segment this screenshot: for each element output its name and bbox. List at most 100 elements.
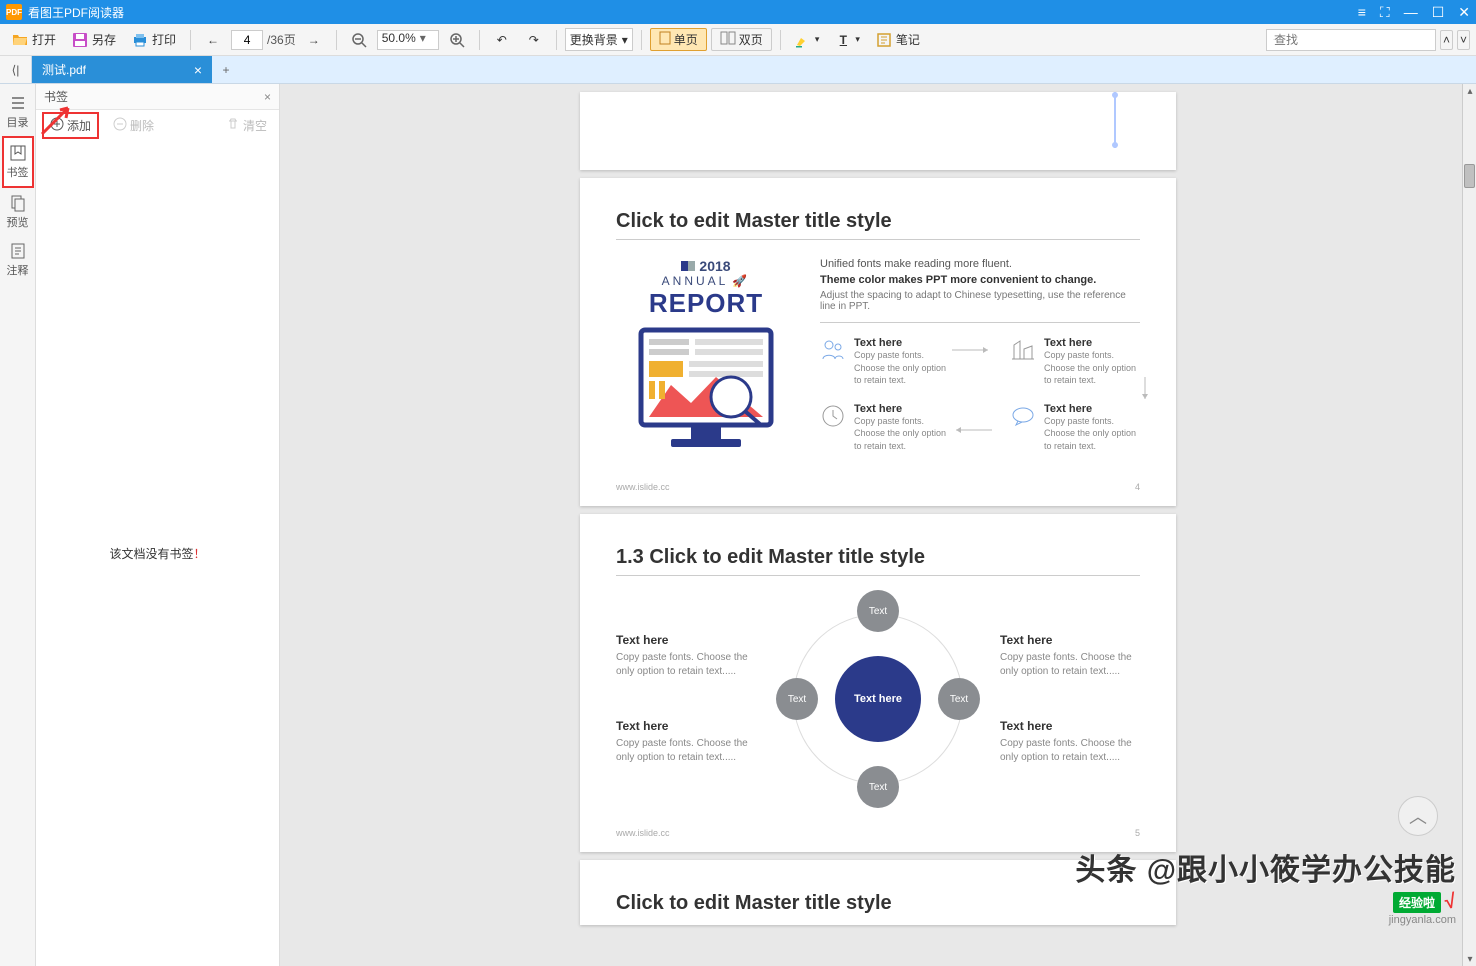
saveas-button[interactable]: 另存 [66, 28, 122, 51]
separator [780, 30, 781, 50]
search-input[interactable] [1274, 33, 1429, 47]
separator [479, 30, 480, 50]
bookmark-panel: 书签 × 添加 删除 清空 该文档没有书签！ [36, 84, 280, 966]
zoom-in-button[interactable] [443, 29, 471, 51]
close-tab-icon[interactable]: × [194, 62, 202, 78]
next-page-button[interactable]: → [300, 29, 328, 51]
list-icon [9, 94, 27, 112]
note-button[interactable]: 笔记 [870, 28, 926, 51]
side-rail: 目录 书签 预览 注释 [0, 84, 36, 966]
app-logo: PDF [6, 4, 22, 20]
separator [556, 30, 557, 50]
rail-bookmark[interactable]: 书签 [2, 136, 34, 188]
separator [641, 30, 642, 50]
scroll-top-button[interactable]: ︿ [1398, 796, 1438, 836]
rail-preview[interactable]: 预览 [2, 188, 34, 236]
zoom-in-icon [449, 32, 465, 48]
zoom-select[interactable]: 50.0% ▾ [377, 30, 439, 50]
title-bar: PDF 看图王PDF阅读器 ≡ ⛶ — ☐ ✕ [0, 0, 1476, 24]
highlight-button[interactable]: ▾ [789, 29, 826, 51]
arrow-left-icon: ← [205, 32, 221, 48]
new-tab-button[interactable]: + [212, 56, 240, 83]
collapse-panel-button[interactable]: ⟨| [0, 56, 32, 83]
minimize-icon[interactable]: — [1404, 4, 1418, 20]
close-icon[interactable]: ✕ [1458, 4, 1470, 21]
panel-title: 书签 [44, 88, 264, 105]
scroll-thumb[interactable] [1464, 164, 1475, 188]
rotate-cw-icon: ↷ [526, 32, 542, 48]
background-dropdown[interactable]: 更换背景▾ [565, 28, 633, 51]
slide-title: 1.3 Click to edit Master title style [616, 546, 1140, 576]
rotate-ccw-icon: ↶ [494, 32, 510, 48]
pages-icon [9, 194, 27, 212]
separator [190, 30, 191, 50]
monitor-illustration [631, 325, 781, 455]
arrow-down-icon [1140, 375, 1150, 405]
rotate-right-button[interactable]: ↷ [520, 29, 548, 51]
arrow-right-icon [950, 345, 994, 355]
add-bookmark-button[interactable]: 添加 [42, 112, 99, 139]
rocket-icon: 🚀 [732, 274, 750, 288]
building-icon [1010, 337, 1036, 363]
rotate-left-button[interactable]: ↶ [488, 29, 516, 51]
tab-label: 测试.pdf [42, 61, 86, 78]
rail-annotation[interactable]: 注释 [2, 236, 34, 284]
toolbar: 打开 另存 打印 ← /36页 → 50.0% ▾ ↶ ↷ 更换背景▾ 单页 双… [0, 24, 1476, 56]
save-icon [72, 32, 88, 48]
file-tab[interactable]: 测试.pdf × [32, 56, 212, 83]
double-page-button[interactable]: 双页 [711, 28, 772, 51]
single-page-button[interactable]: 单页 [650, 28, 707, 51]
pdf-page [580, 92, 1176, 170]
app-title: 看图王PDF阅读器 [28, 4, 1358, 21]
watermark: 头条 @跟小小筱学办公技能 经验啦 √ jingyanla.com [1075, 845, 1456, 926]
text-button[interactable]: T▾ [829, 29, 866, 51]
pdf-page: Click to edit Master title style 2018 AN… [580, 178, 1176, 506]
annotation-icon [9, 242, 27, 260]
vertical-scrollbar[interactable]: ▴ ▾ [1462, 84, 1476, 966]
single-page-icon [659, 31, 671, 48]
minus-circle-icon [113, 117, 127, 134]
scroll-up-icon[interactable]: ▴ [1463, 84, 1476, 98]
double-page-icon [720, 31, 736, 48]
search-prev-button[interactable]: ˄ [1440, 30, 1453, 50]
pdf-page: 1.3 Click to edit Master title style Tex… [580, 514, 1176, 852]
zoom-out-button[interactable] [345, 29, 373, 51]
search-box[interactable] [1266, 29, 1436, 51]
plus-circle-icon [50, 117, 64, 134]
circle-diagram: Text here Text Text Text Text [780, 594, 976, 804]
page-total: /36页 [267, 31, 296, 48]
people-icon [820, 337, 846, 363]
rail-toc[interactable]: 目录 [2, 88, 34, 136]
menu-icon[interactable]: ≡ [1358, 4, 1366, 20]
arrow-left-icon [950, 425, 994, 435]
scroll-down-icon[interactable]: ▾ [1463, 952, 1476, 966]
panel-empty-message: 该文档没有书签！ [36, 140, 279, 966]
chevron-down-icon: ˅ [1460, 33, 1467, 47]
panel-close-icon[interactable]: × [264, 90, 271, 104]
slide-title: Click to edit Master title style [616, 210, 1140, 240]
folder-open-icon [12, 32, 28, 48]
separator [336, 30, 337, 50]
text-icon: T [835, 32, 851, 48]
zoom-out-icon [351, 32, 367, 48]
fullscreen-icon[interactable]: ⛶ [1380, 4, 1390, 21]
print-button[interactable]: 打印 [126, 28, 182, 51]
note-icon [876, 32, 892, 48]
printer-icon [132, 32, 148, 48]
trash-icon [226, 117, 240, 134]
open-button[interactable]: 打开 [6, 28, 62, 51]
prev-page-button[interactable]: ← [199, 29, 227, 51]
arrow-right-icon: → [306, 32, 322, 48]
document-viewport[interactable]: Click to edit Master title style 2018 AN… [280, 84, 1476, 966]
maximize-icon[interactable]: ☐ [1432, 4, 1445, 21]
page-input[interactable] [231, 30, 263, 50]
clock-icon [820, 403, 846, 429]
chevron-up-icon: ˄ [1443, 33, 1450, 47]
delete-bookmark-button[interactable]: 删除 [107, 114, 160, 137]
slide-title: Click to edit Master title style [616, 892, 1140, 921]
tabs-row: ⟨| 测试.pdf × + [0, 56, 1476, 84]
clear-bookmarks-button[interactable]: 清空 [220, 114, 273, 137]
chevron-down-icon: ▾ [420, 31, 426, 45]
search-next-button[interactable]: ˅ [1457, 30, 1470, 50]
main-area: 目录 书签 预览 注释 书签 × 添加 删除 [0, 84, 1476, 966]
